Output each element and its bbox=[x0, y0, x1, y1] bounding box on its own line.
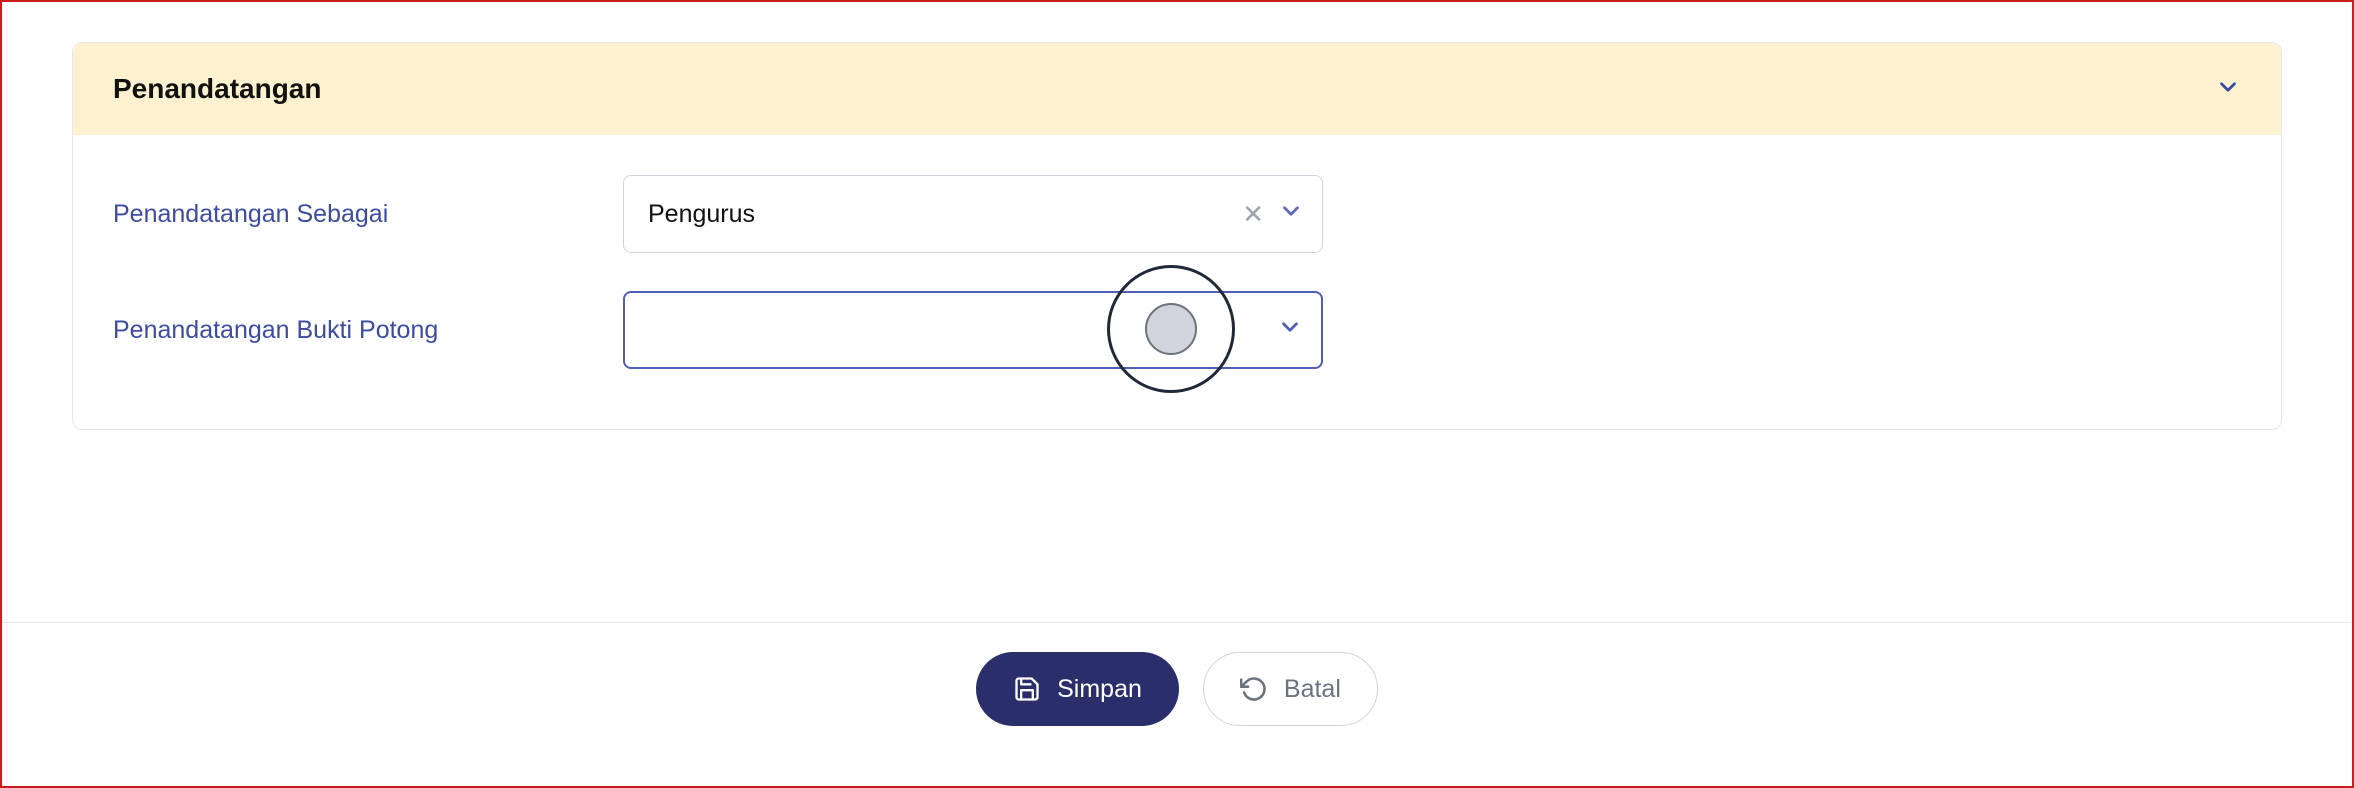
save-button-label: Simpan bbox=[1057, 675, 1142, 704]
chevron-down-icon[interactable] bbox=[1277, 314, 1303, 347]
panel-header[interactable]: Penandatangan bbox=[73, 43, 2281, 135]
save-button[interactable]: Simpan bbox=[976, 652, 1179, 726]
label-penandatangan-sebagai: Penandatangan Sebagai bbox=[113, 200, 623, 229]
select-penandatangan-bukti-potong[interactable] bbox=[623, 291, 1323, 369]
app-frame: Penandatangan Penandatangan Sebagai Peng… bbox=[0, 0, 2354, 788]
label-penandatangan-bukti-potong: Penandatangan Bukti Potong bbox=[113, 316, 623, 345]
undo-icon bbox=[1240, 675, 1268, 703]
select-value: Pengurus bbox=[648, 200, 1212, 229]
panel-body: Penandatangan Sebagai Pengurus ✕ bbox=[73, 135, 2281, 429]
content-area: Penandatangan Penandatangan Sebagai Peng… bbox=[2, 2, 2352, 430]
clear-icon[interactable]: ✕ bbox=[1242, 201, 1264, 227]
cancel-button[interactable]: Batal bbox=[1203, 652, 1378, 726]
row-penandatangan-bukti-potong: Penandatangan Bukti Potong bbox=[113, 291, 2241, 369]
select-controls bbox=[1277, 293, 1303, 367]
panel-penandatangan: Penandatangan Penandatangan Sebagai Peng… bbox=[72, 42, 2282, 430]
footer-bar: Simpan Batal bbox=[2, 652, 2352, 726]
footer-divider bbox=[2, 622, 2352, 623]
select-penandatangan-sebagai-wrap: Pengurus ✕ bbox=[623, 175, 1323, 253]
select-penandatangan-bukti-potong-wrap bbox=[623, 291, 1323, 369]
row-penandatangan-sebagai: Penandatangan Sebagai Pengurus ✕ bbox=[113, 175, 2241, 253]
select-penandatangan-sebagai[interactable]: Pengurus ✕ bbox=[623, 175, 1323, 253]
panel-title: Penandatangan bbox=[113, 73, 321, 105]
select-controls: ✕ bbox=[1242, 176, 1304, 252]
save-icon bbox=[1013, 675, 1041, 703]
chevron-down-icon[interactable] bbox=[1278, 198, 1304, 231]
chevron-down-icon[interactable] bbox=[2215, 74, 2241, 105]
cancel-button-label: Batal bbox=[1284, 675, 1341, 704]
